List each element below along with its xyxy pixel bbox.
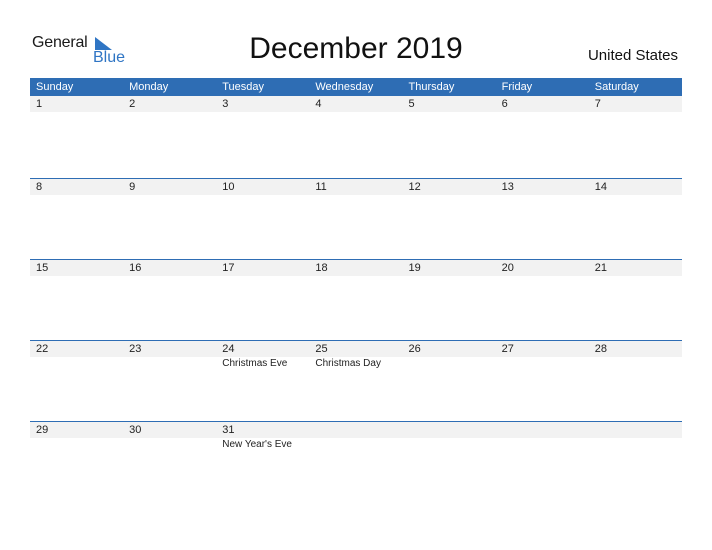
day-cell: 1 xyxy=(30,96,124,112)
date-number: 30 xyxy=(123,422,217,438)
day-cell: 26 xyxy=(402,341,496,369)
country-label: United States xyxy=(587,47,678,64)
day-cell: 4 xyxy=(309,96,403,112)
date-number: 25 xyxy=(309,341,403,357)
date-number: 21 xyxy=(588,260,682,276)
day-cell xyxy=(588,422,682,450)
date-number: 19 xyxy=(402,260,496,276)
day-cell: 2 xyxy=(123,96,217,112)
date-number: 5 xyxy=(402,96,496,112)
day-cell: 9 xyxy=(123,179,217,195)
day-cell: 23 xyxy=(123,341,217,369)
holiday-label: New Year's Eve xyxy=(222,439,292,450)
day-cell xyxy=(402,422,496,450)
day-cell: 24 Christmas Eve xyxy=(216,341,310,369)
weekday-tuesday: Tuesday xyxy=(222,81,265,93)
week-row: 29 30 31 New Year's Eve xyxy=(30,421,682,502)
date-number: 3 xyxy=(216,96,310,112)
date-number: 7 xyxy=(588,96,682,112)
weekday-header: Sunday Monday Tuesday Wednesday Thursday Frid… xyxy=(30,78,682,96)
weekday-monday: Monday xyxy=(129,81,169,93)
day-cell: 31 New Year's Eve xyxy=(216,422,310,450)
weekday-friday: Friday xyxy=(501,81,533,93)
day-cell: 29 xyxy=(30,422,124,450)
day-cell: 28 xyxy=(588,341,682,369)
date-number: 13 xyxy=(495,179,589,195)
date-number: 17 xyxy=(216,260,310,276)
date-number: 11 xyxy=(309,179,403,195)
weeks-container: 1 2 3 4 5 6 7 8 9 10 11 12 13 14 15 16 17 18 19 20 21 22 23 24 C… xyxy=(30,96,682,502)
day-cell: 8 xyxy=(30,179,124,195)
date-number: 4 xyxy=(309,96,403,112)
calendar-grid: Sunday Monday Tuesday Wednesday Thursday Frid… xyxy=(30,78,682,502)
day-cell: 17 xyxy=(216,260,310,276)
date-number: 31 xyxy=(216,422,310,438)
day-cell: 6 xyxy=(495,96,589,112)
day-cell xyxy=(309,422,403,450)
day-cell: 21 xyxy=(588,260,682,276)
date-number: 20 xyxy=(495,260,589,276)
day-cell: 25 Christmas Day xyxy=(309,341,403,369)
week-row: 1234567 xyxy=(30,96,682,178)
date-number: 28 xyxy=(588,341,682,357)
day-cell: 18 xyxy=(309,260,403,276)
day-cell: 5 xyxy=(402,96,496,112)
day-cell: 12 xyxy=(402,179,496,195)
weekday-sunday: Sunday xyxy=(36,81,74,93)
date-number: 14 xyxy=(588,179,682,195)
day-cell: 30 xyxy=(123,422,217,450)
week-row: 22 23 24 Christmas Eve 25 Christmas Day 26 27 28 xyxy=(30,340,682,421)
day-cell: 13 xyxy=(495,179,589,195)
day-cell: 15 xyxy=(30,260,124,276)
date-number xyxy=(588,422,682,438)
date-number: 10 xyxy=(216,179,310,195)
date-number: 16 xyxy=(123,260,217,276)
date-number: 23 xyxy=(123,341,217,357)
date-number: 26 xyxy=(402,341,496,357)
day-cell: 22 xyxy=(30,341,124,369)
date-number: 18 xyxy=(309,260,403,276)
date-number: 9 xyxy=(123,179,217,195)
date-number: 2 xyxy=(123,96,217,112)
date-number xyxy=(309,422,403,438)
week-row: 8 9 10 11 12 13 14 xyxy=(30,178,682,259)
date-number xyxy=(495,422,589,438)
day-cell: 16 xyxy=(123,260,217,276)
week-row: 15 16 17 18 19 20 21 xyxy=(30,259,682,340)
day-cell: 20 xyxy=(495,260,589,276)
weekday-wednesday: Wednesday xyxy=(315,81,374,93)
day-cell: 27 xyxy=(495,341,589,369)
day-cell: 11 xyxy=(309,179,403,195)
holiday-label: Christmas Eve xyxy=(222,358,288,369)
day-cell: 7 xyxy=(588,96,682,112)
date-number: 8 xyxy=(30,179,124,195)
date-number: 6 xyxy=(495,96,589,112)
date-number: 27 xyxy=(495,341,589,357)
date-number: 12 xyxy=(402,179,496,195)
date-number: 29 xyxy=(30,422,124,438)
date-number xyxy=(402,422,496,438)
day-cell: 19 xyxy=(402,260,496,276)
date-number: 24 xyxy=(216,341,310,357)
day-cell: 3 xyxy=(216,96,310,112)
weekday-thursday: Thursday xyxy=(408,81,455,93)
day-cell: 10 xyxy=(216,179,310,195)
date-number: 15 xyxy=(30,260,124,276)
day-cell xyxy=(495,422,589,450)
date-number: 1 xyxy=(30,96,124,112)
date-number: 22 xyxy=(30,341,124,357)
weekday-saturday: Saturday xyxy=(594,81,639,93)
day-cell: 14 xyxy=(588,179,682,195)
holiday-label: Christmas Day xyxy=(315,358,381,369)
